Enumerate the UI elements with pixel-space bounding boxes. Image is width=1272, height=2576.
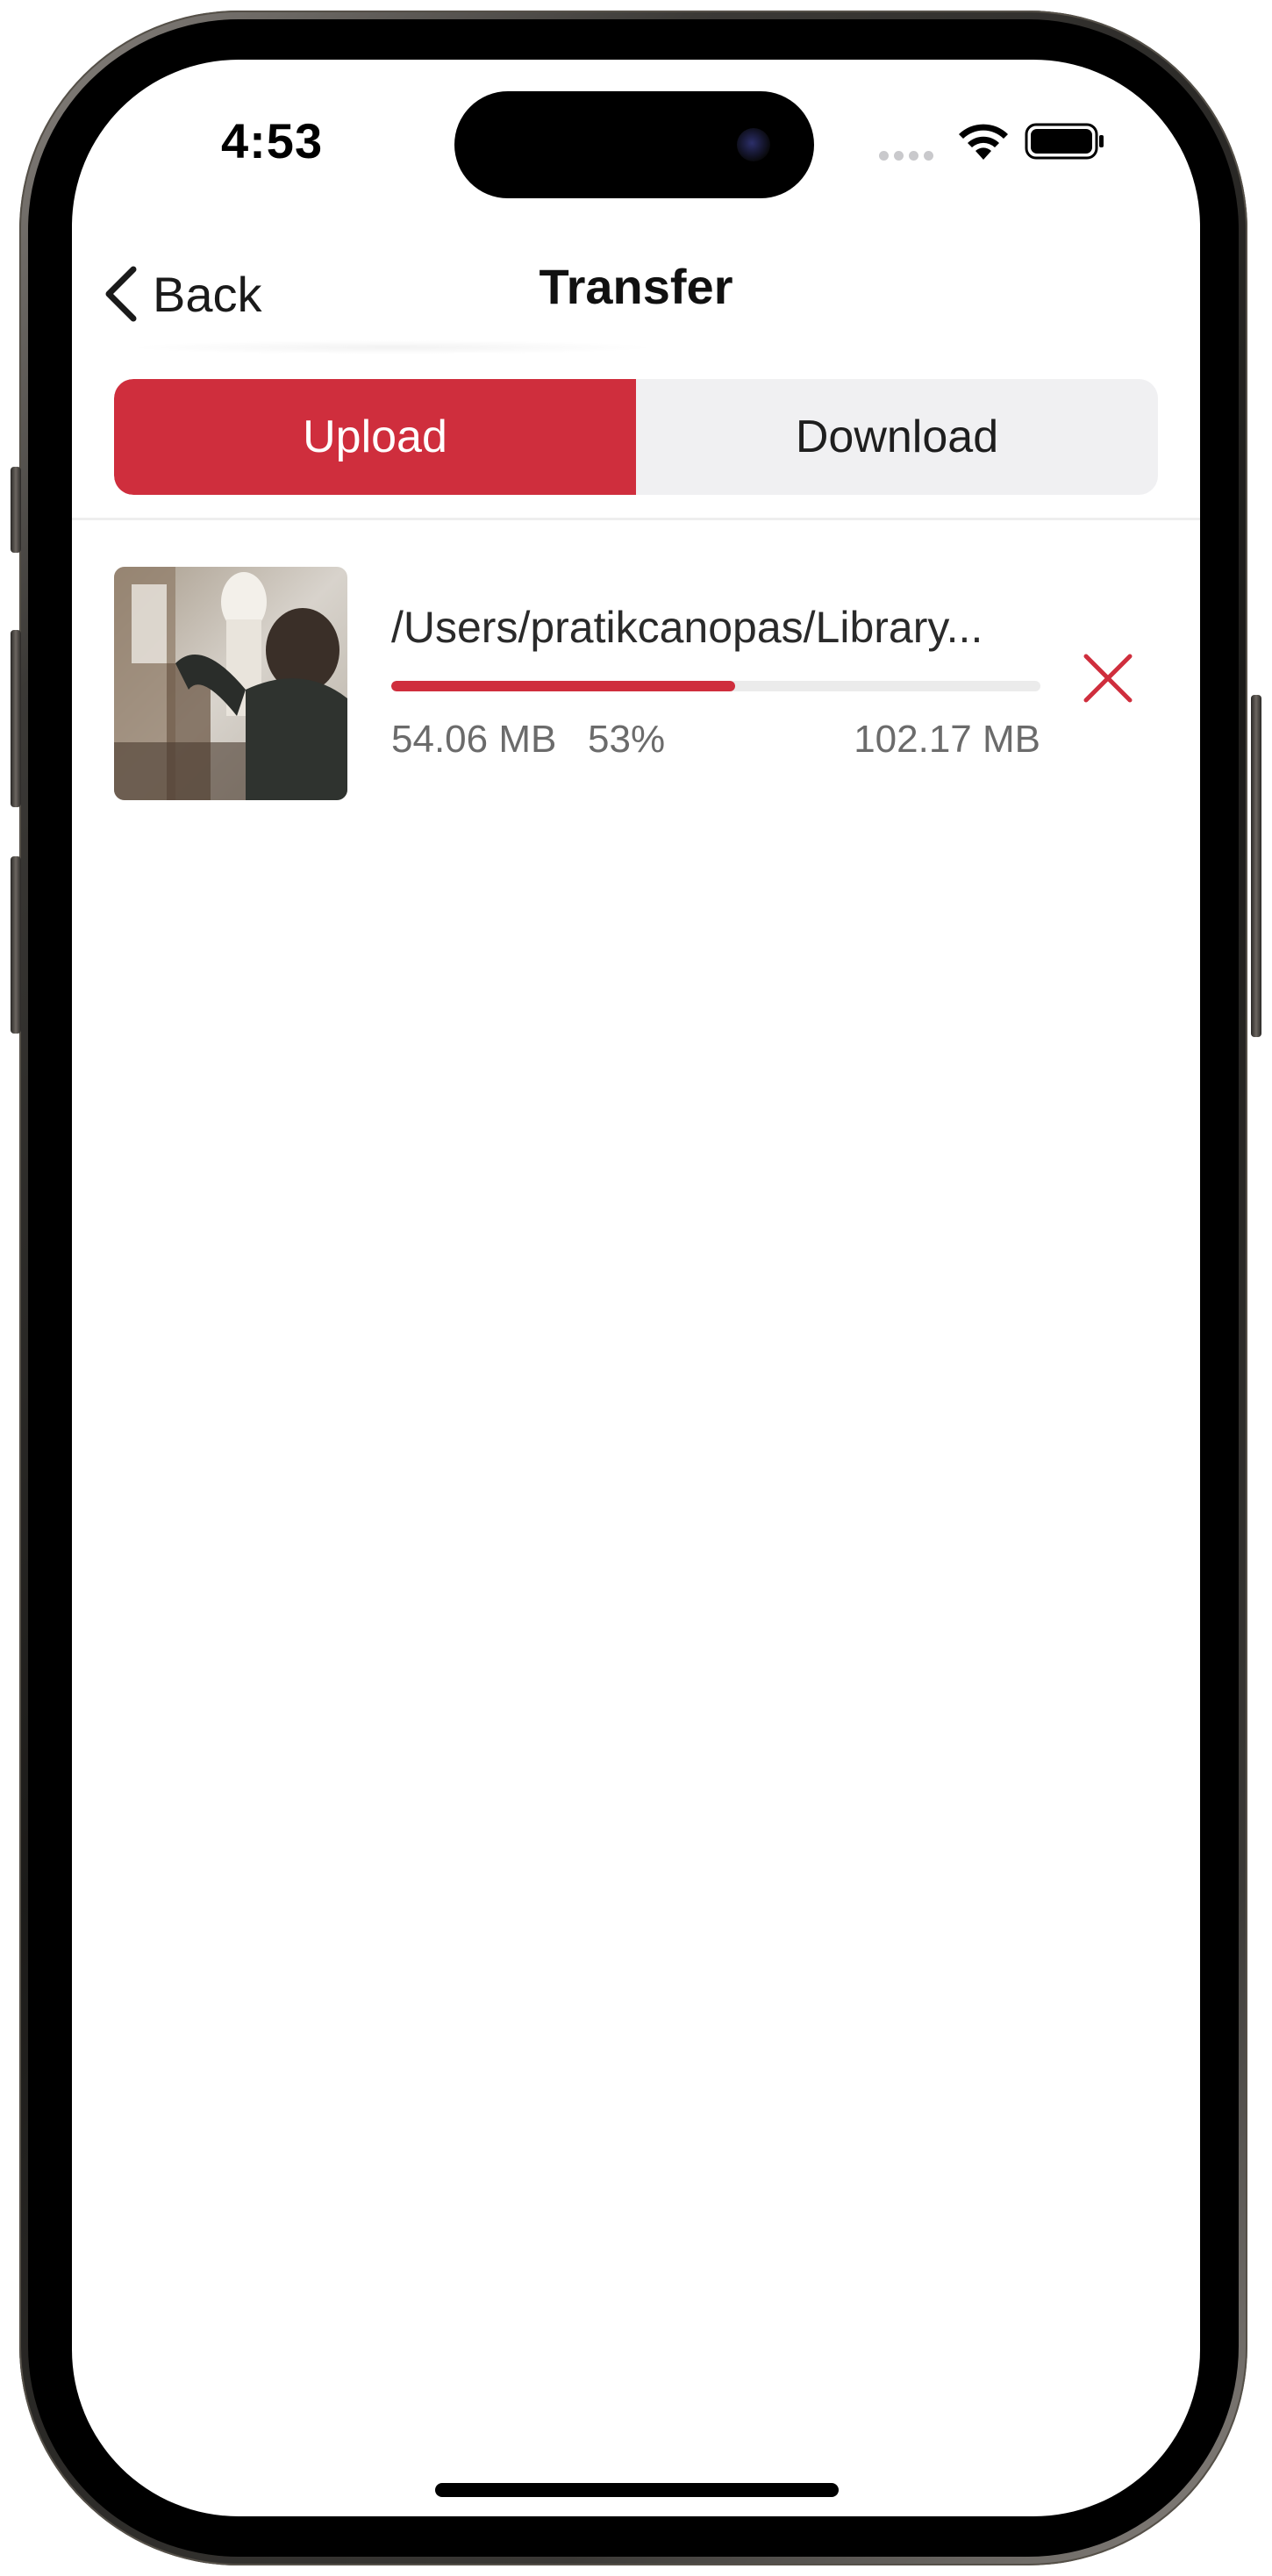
dynamic-island [454,91,814,198]
list-item: /Users/pratikcanopas/Library... 54.06 MB… [114,567,1158,800]
front-camera [737,128,770,161]
nav-shadow [125,340,660,354]
upload-progress-bar [391,681,1040,691]
battery-icon [1025,123,1104,160]
signal-dots-icon [879,151,933,161]
status-time: 4:53 [221,113,324,168]
file-name: /Users/pratikcanopas/Library... [391,603,983,652]
divider [72,518,1200,520]
photo-thumbnail [114,567,347,800]
home-indicator[interactable] [435,2483,839,2497]
tab-download[interactable]: Download [636,379,1158,495]
volume-up-button [11,630,21,807]
transferred-size: 54.06 MB [391,718,557,761]
page-title: Transfer [539,259,733,314]
progress-percent: 53% [588,718,666,761]
volume-down-button [11,856,21,1034]
tab-upload[interactable]: Upload [114,379,636,495]
transfer-tabs: Upload Download [114,379,1158,495]
power-button [1251,695,1261,1037]
close-icon[interactable] [1075,646,1140,711]
screen: 4:53 Back Transfer Upload Download /User… [72,60,1200,2516]
thumbnail-image [114,567,347,800]
total-size: 102.17 MB [854,718,1040,761]
action-button [11,467,21,553]
progress-fill [391,681,736,691]
wifi-icon [959,124,1008,160]
